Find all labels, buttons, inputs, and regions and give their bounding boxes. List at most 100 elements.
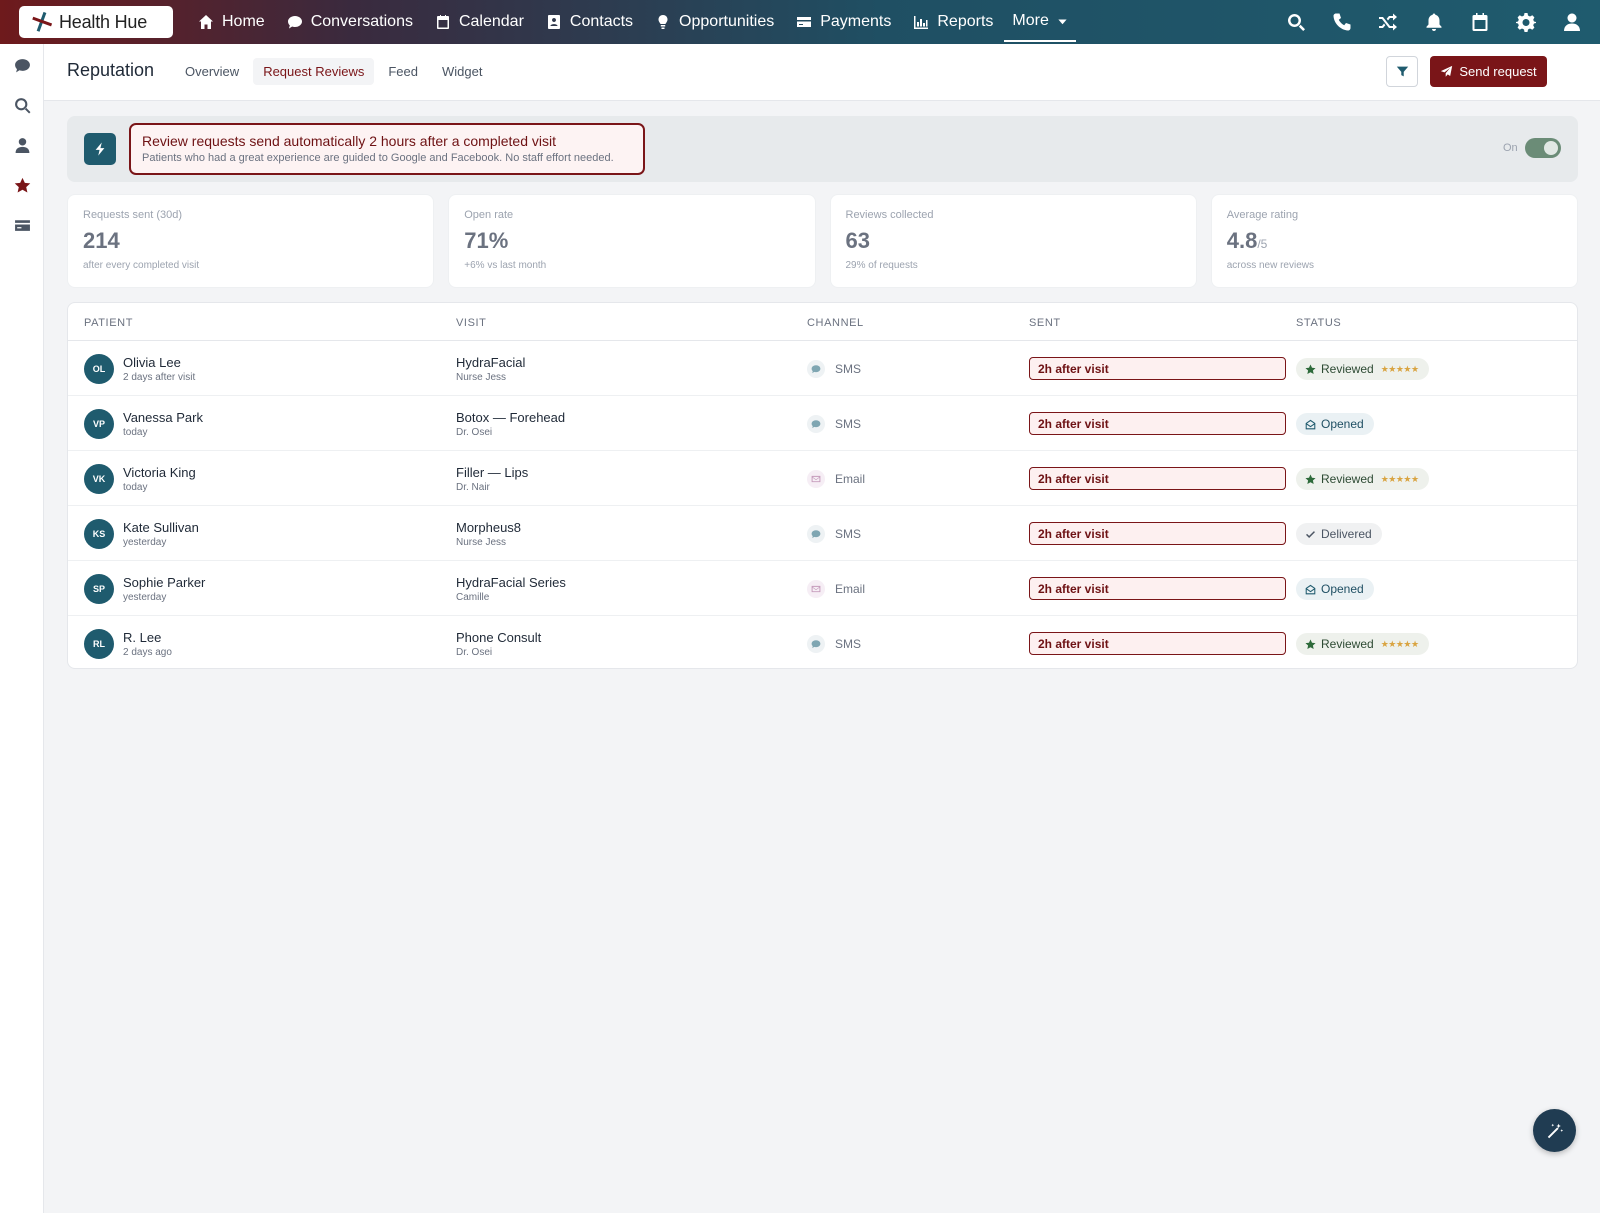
status-badge[interactable]: Reviewed ★★★★★ [1296,468,1429,490]
visit-name: Morpheus8 [456,520,522,535]
table-row[interactable]: KS Kate Sullivan yesterday Morpheus8 Nurse J… [68,506,1577,561]
avatar[interactable]: RL [84,629,114,659]
magic-wand-button[interactable] [1533,1109,1576,1152]
nav-opportunities[interactable]: Opportunities [644,0,785,44]
patient-timing: today [123,427,148,438]
patient-timing: yesterday [123,537,167,548]
chat-icon [807,360,825,378]
stat-note: 29% of requests [845,260,918,271]
chat-icon [807,415,825,433]
status-badge[interactable]: Reviewed ★★★★★ [1296,633,1429,655]
envelope-icon [807,580,825,598]
status-badge[interactable]: Reviewed ★★★★★ [1296,358,1429,380]
nav-home[interactable]: Home [187,0,276,44]
star-icon [1305,474,1316,485]
star-icon [1305,639,1316,650]
table-row[interactable]: SP Sophie Parker yesterday HydraFacial Seri… [68,561,1577,616]
rail-star-icon[interactable] [12,175,32,195]
table-row[interactable]: OL Olivia Lee 2 days after visit HydraFacia… [68,341,1577,396]
status-badge[interactable]: Delivered [1296,523,1382,545]
visit-provider: Dr. Osei [456,647,493,658]
rail-user-icon[interactable] [12,135,32,155]
stats-row: Requests sent (30d) 214 after every comp… [67,194,1578,288]
status-label: Reviewed [1321,637,1374,651]
rail-card-icon[interactable] [12,215,32,235]
patient-name[interactable]: Olivia Lee [123,355,181,370]
health-hue-logo-icon [32,11,53,32]
patient-name[interactable]: Sophie Parker [123,575,205,590]
avatar[interactable]: VP [84,409,114,439]
stat-card: Average rating 4.8/5 across new reviews [1210,194,1578,288]
bell-icon[interactable] [1424,12,1444,32]
nav-conversations[interactable]: Conversations [276,0,424,44]
rail-search-icon[interactable] [12,95,32,115]
avatar[interactable]: VK [84,464,114,494]
search-icon[interactable] [1286,12,1306,32]
tab-request-reviews[interactable]: Request Reviews [253,58,375,85]
magic-wand-icon [1547,1123,1563,1138]
send-request-button[interactable]: Send request [1430,56,1547,87]
automation-toggle[interactable] [1525,138,1561,158]
nav-payments[interactable]: Payments [785,0,902,44]
table-row[interactable]: VP Vanessa Park today Botox — Forehead Dr. O… [68,396,1577,451]
column-header-status[interactable]: STATUS [1296,317,1341,329]
avatar[interactable]: OL [84,354,114,384]
gear-icon[interactable] [1516,12,1536,32]
avatar[interactable]: SP [84,574,114,604]
checkmark-icon [1305,529,1316,540]
patient-name[interactable]: Kate Sullivan [123,520,199,535]
sent-timing-badge: 2h after visit [1029,577,1286,600]
channel-label: SMS [835,362,862,376]
user-icon[interactable] [1562,12,1582,32]
bolt-icon [84,133,116,165]
visit-name: Filler — Lips [456,465,529,480]
rail-chat-icon[interactable] [12,55,32,75]
table-row[interactable]: VK Victoria King today Filler — Lips Dr. Nai… [68,451,1577,506]
send-request-label: Send request [1459,64,1537,79]
phone-icon[interactable] [1332,12,1352,32]
channel-label: SMS [835,527,862,541]
shuffle-icon[interactable] [1378,12,1398,32]
patient-name[interactable]: Vanessa Park [123,410,203,425]
visit-name: HydraFacial [456,355,526,370]
column-header-sent[interactable]: SENT [1029,317,1061,329]
banner-message: Review requests send automatically 2 hou… [129,123,645,175]
visit-provider: Dr. Nair [456,482,490,493]
nav-home-label: Home [222,13,265,30]
calendar-icon[interactable] [1470,12,1490,32]
brand-name: Health Hue [59,11,148,32]
column-header-channel[interactable]: CHANNEL [807,317,864,329]
nav-contacts[interactable]: Contacts [535,0,644,44]
chat-icon [807,525,825,543]
automation-banner: Review requests send automatically 2 hou… [67,116,1578,182]
nav-more[interactable]: More [1004,2,1076,42]
chat-icon [287,16,302,29]
patient-name[interactable]: Victoria King [123,465,196,480]
stat-label: Reviews collected [845,209,934,221]
nav-conversations-label: Conversations [310,13,413,30]
tab-feed[interactable]: Feed [378,58,428,85]
visit-provider: Camille [456,592,490,603]
bar-chart-icon [914,16,929,29]
home-icon [199,15,213,29]
nav-calendar[interactable]: Calendar [424,0,535,44]
star-rating: ★★★★★ [1380,638,1419,649]
column-header-visit[interactable]: VISIT [456,317,487,329]
patient-name[interactable]: R. Lee [123,630,161,645]
status-badge[interactable]: Opened [1296,413,1374,435]
tab-widget[interactable]: Widget [432,58,492,85]
table-row[interactable]: RL R. Lee 2 days ago Phone Consult Dr. Osei S… [68,616,1577,668]
channel-label: Email [835,582,866,596]
star-rating: ★★★★★ [1380,473,1419,484]
nav-reports[interactable]: Reports [902,0,1004,44]
filter-button[interactable] [1386,56,1418,87]
column-header-patient[interactable]: PATIENT [84,317,133,329]
page-title: Reputation [67,60,155,80]
brand-logo[interactable]: Health Hue [19,6,173,38]
avatar[interactable]: KS [84,519,114,549]
main-nav: Home Conversations Calendar Contacts Opp… [187,0,1076,44]
tab-overview[interactable]: Overview [175,58,249,85]
calendar-icon [436,15,449,29]
status-badge[interactable]: Opened [1296,578,1374,600]
stat-value: 214 [83,228,120,253]
